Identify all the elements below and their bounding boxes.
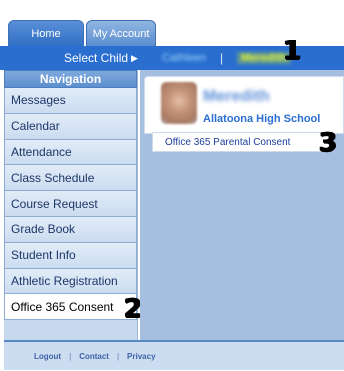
annotation-marker-3: 3	[319, 128, 338, 158]
nav-item-course-request[interactable]: Course Request	[4, 191, 137, 217]
footer-separator: |	[116, 351, 120, 361]
tab-home[interactable]: Home	[8, 20, 84, 46]
select-child-label: Select Child ▶	[64, 51, 138, 65]
navigation-title: Navigation	[4, 70, 137, 88]
select-child-text: Select Child	[64, 51, 129, 65]
annotation-marker-1: 1	[283, 36, 302, 66]
footer-separator: |	[69, 351, 72, 361]
child-link-1[interactable]: Cathleen	[162, 52, 206, 64]
school-name: Allatoona High School	[203, 113, 321, 125]
nav-item-office-365-consent[interactable]: Office 365 Consent	[4, 294, 137, 321]
nav-item-student-info[interactable]: Student Info	[4, 242, 137, 269]
navigation-sidebar: Navigation Messages Calendar Attendance …	[4, 70, 138, 340]
student-avatar	[161, 82, 197, 124]
nav-item-grade-book[interactable]: Grade Book	[4, 216, 137, 243]
top-tabs: Home My Account	[8, 20, 156, 46]
nav-item-athletic-registration[interactable]: Athletic Registration	[4, 268, 137, 295]
nav-item-messages[interactable]: Messages	[4, 88, 137, 114]
nav-item-class-schedule[interactable]: Class Schedule	[4, 165, 137, 192]
privacy-link[interactable]: Privacy	[127, 352, 155, 361]
footer-links: Logout | Contact | Privacy	[4, 340, 344, 370]
student-card: Meredith Allatoona High School	[144, 76, 344, 134]
office-365-parental-consent-link[interactable]: Office 365 Parental Consent	[152, 132, 330, 152]
caret-right-icon: ▶	[131, 52, 138, 63]
student-name: Meredith	[203, 88, 270, 105]
nav-item-calendar[interactable]: Calendar	[4, 113, 137, 140]
main-panel: Meredith Allatoona High School Office 36…	[140, 70, 344, 340]
logout-link[interactable]: Logout	[34, 352, 61, 361]
tab-my-account[interactable]: My Account	[86, 20, 156, 46]
contact-link[interactable]: Contact	[79, 352, 109, 361]
child-separator: |	[220, 51, 224, 65]
nav-item-attendance[interactable]: Attendance	[4, 139, 137, 166]
